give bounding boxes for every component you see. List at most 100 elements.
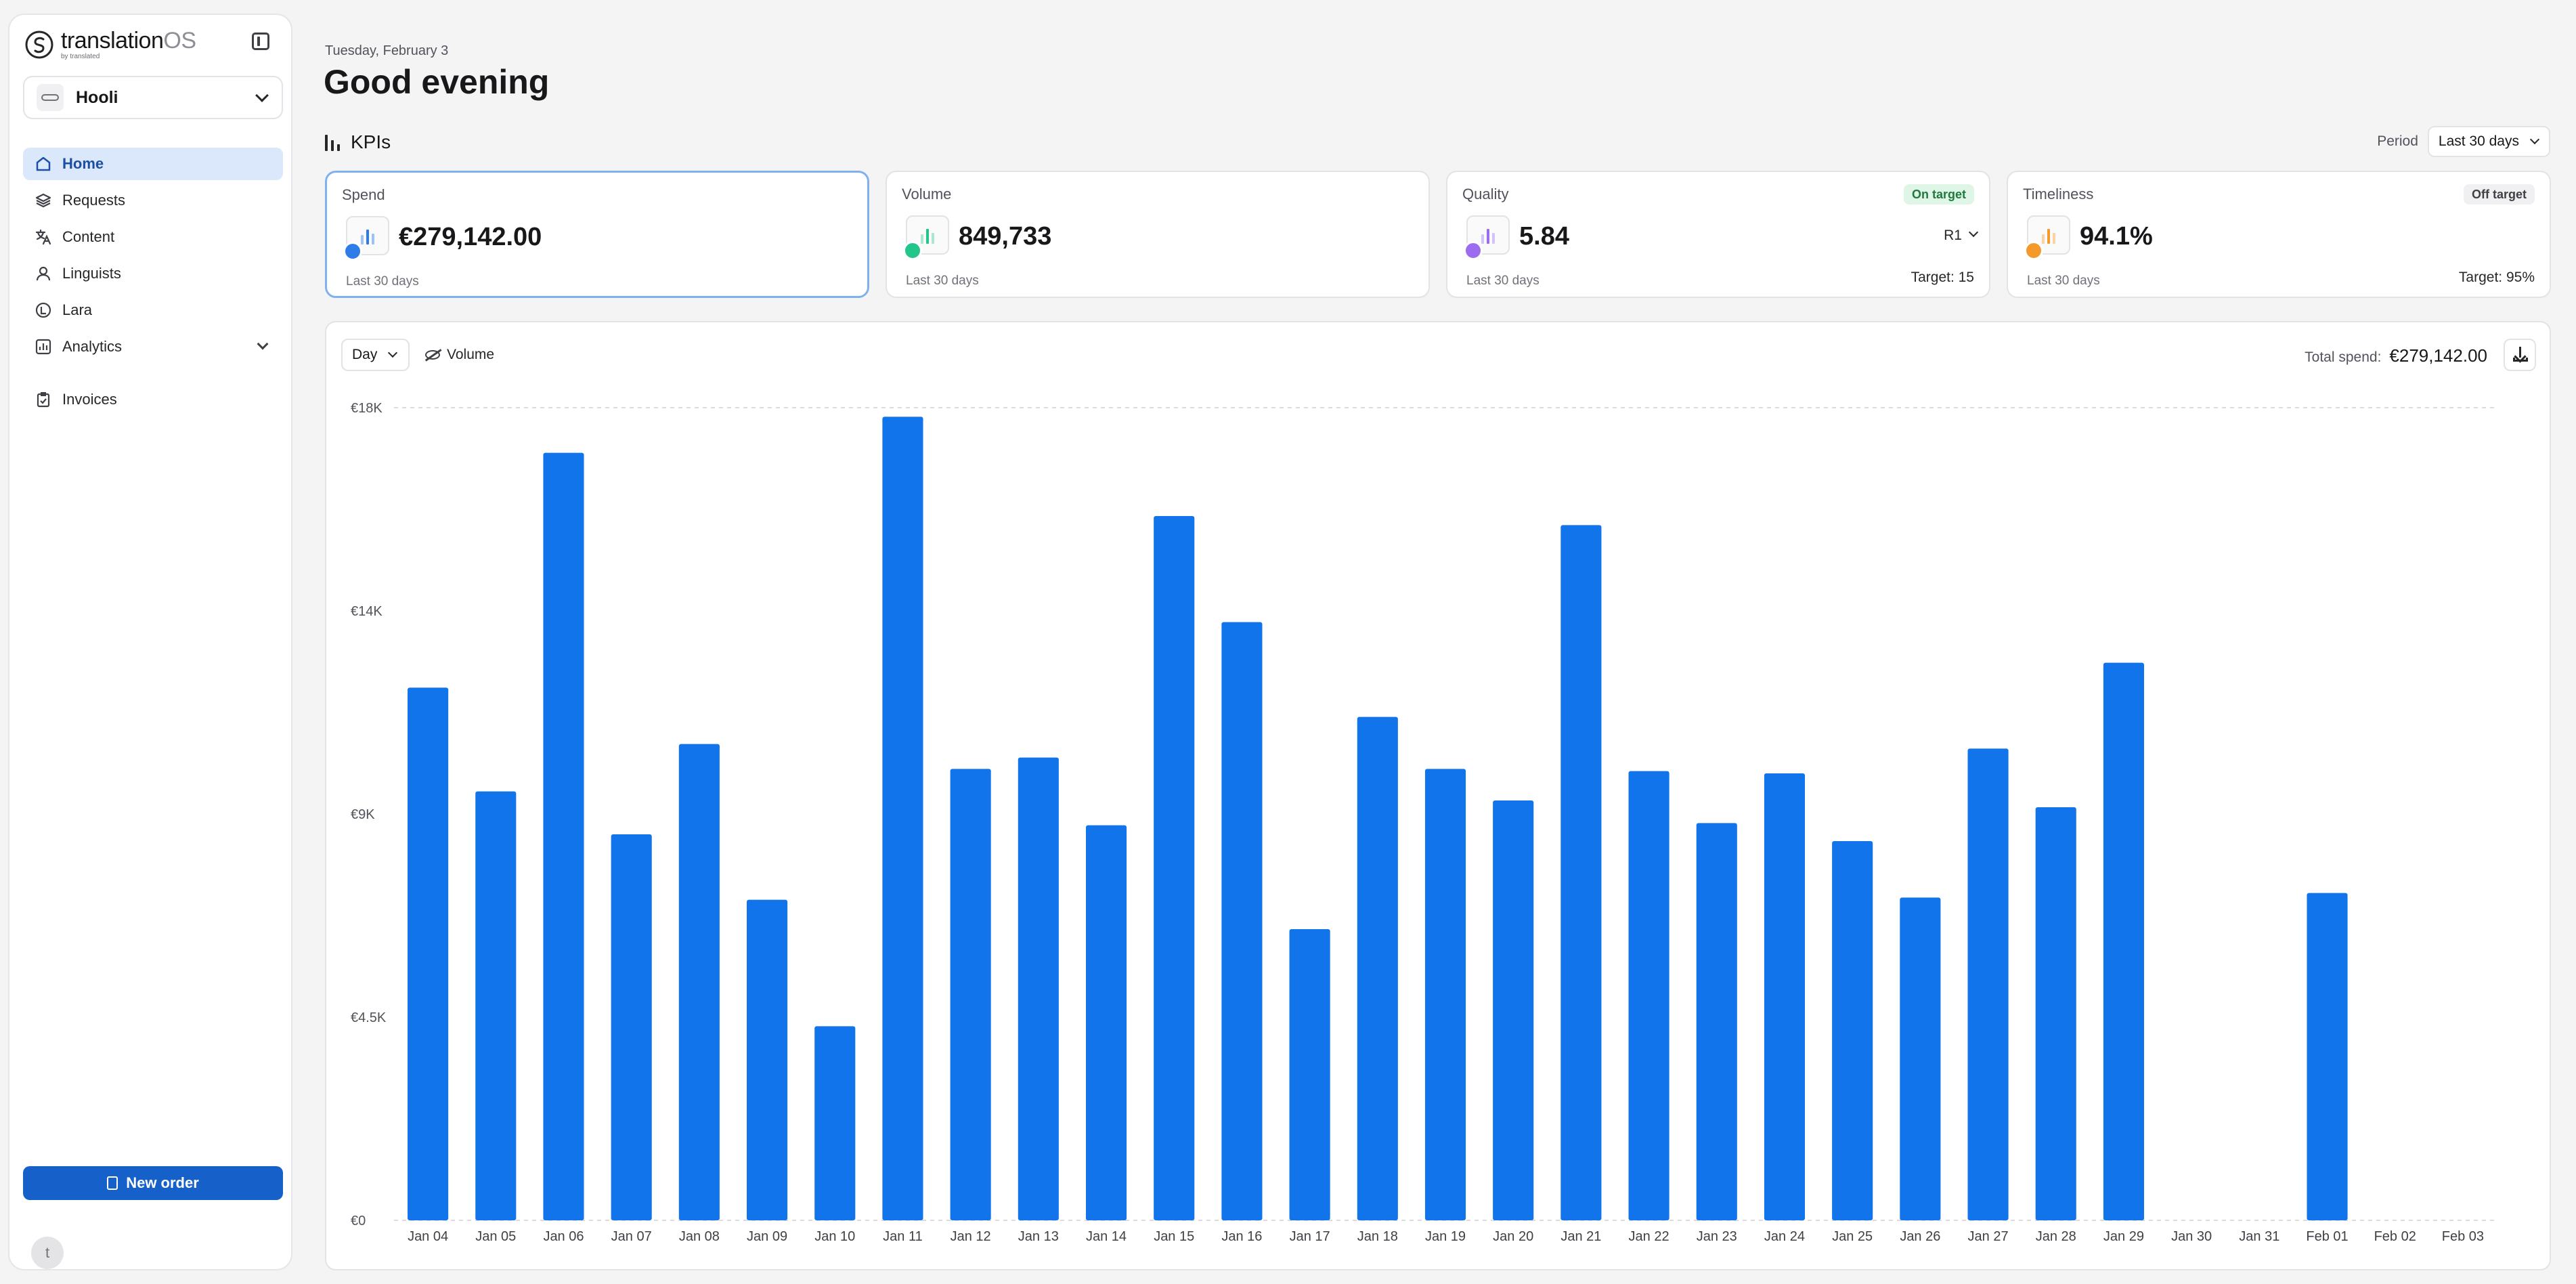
sidebar-item-invoices[interactable]: Invoices xyxy=(23,383,283,416)
period-select[interactable]: Last 30 days xyxy=(2427,126,2550,157)
quality-round-select[interactable]: R1 xyxy=(1944,227,1979,244)
new-order-button[interactable]: New order xyxy=(23,1166,283,1200)
kpi-value: 849,733 xyxy=(959,222,1052,251)
x-tick-label: Jan 29 xyxy=(2103,1229,2144,1244)
chart-bar[interactable] xyxy=(1967,748,2009,1220)
granularity-value: Day xyxy=(352,347,378,362)
spend-icon xyxy=(343,242,362,261)
user-avatar[interactable]: t xyxy=(31,1237,64,1269)
x-tick-label: Jan 22 xyxy=(1629,1229,1669,1244)
new-order-label: New order xyxy=(126,1174,199,1191)
chart-bar[interactable] xyxy=(814,1026,856,1220)
chart-bar[interactable] xyxy=(1764,773,1806,1220)
kpi-period: Last 30 days xyxy=(346,274,419,288)
kpi-label: Timeliness xyxy=(2023,186,2094,202)
chart-bar[interactable] xyxy=(2035,807,2076,1220)
x-tick-label: Jan 05 xyxy=(475,1229,516,1244)
period-value: Last 30 days xyxy=(2438,133,2519,149)
chart-bar[interactable] xyxy=(1424,769,1466,1220)
y-tick-label: €4.5K xyxy=(351,1010,387,1025)
sidebar-item-label: Analytics xyxy=(62,338,123,355)
eye-off-icon xyxy=(425,350,440,360)
chart-bar[interactable] xyxy=(543,452,584,1220)
bar-chart-icon xyxy=(325,133,343,151)
layers-icon xyxy=(34,191,53,210)
kpi-card-timeliness[interactable]: Timeliness Off target 94.1% Last 30 days… xyxy=(2007,171,2551,298)
x-tick-label: Jan 17 xyxy=(1290,1229,1330,1244)
x-tick-label: Jan 19 xyxy=(1425,1229,1466,1244)
home-icon xyxy=(34,154,53,173)
sidebar-item-label: Content xyxy=(62,228,115,245)
download-icon[interactable] xyxy=(2504,339,2536,371)
chart-bar[interactable] xyxy=(1154,516,1195,1220)
sidebar-item-linguists[interactable]: Linguists xyxy=(23,257,283,290)
x-tick-label: Jan 07 xyxy=(611,1229,652,1244)
chart-bar[interactable] xyxy=(1493,800,1534,1220)
chart-bar[interactable] xyxy=(747,899,788,1220)
chart-bar[interactable] xyxy=(678,744,720,1220)
x-tick-label: Jan 13 xyxy=(1018,1229,1059,1244)
x-tick-label: Feb 03 xyxy=(2442,1229,2484,1244)
quality-icon xyxy=(1464,241,1483,260)
chart-bar[interactable] xyxy=(1018,757,1059,1220)
chart-bar[interactable] xyxy=(1900,897,1941,1220)
user-icon xyxy=(34,264,53,283)
chart-bar[interactable] xyxy=(1696,823,1737,1220)
y-tick-label: €18K xyxy=(351,401,383,416)
brand-logo[interactable]: translationOS by translated xyxy=(24,24,196,65)
clipboard-icon xyxy=(34,390,53,409)
chart-bar[interactable] xyxy=(1357,716,1398,1220)
chart-bar[interactable] xyxy=(1289,929,1330,1220)
chart-bar[interactable] xyxy=(2307,893,2348,1220)
chart-bar[interactable] xyxy=(611,834,652,1220)
sidebar-collapse-icon[interactable] xyxy=(252,33,269,50)
org-selector[interactable]: Hooli xyxy=(23,76,283,119)
page-title: Good evening xyxy=(324,63,550,101)
x-tick-label: Jan 14 xyxy=(1086,1229,1127,1244)
sidebar-item-requests[interactable]: Requests xyxy=(23,184,283,217)
x-tick-label: Jan 24 xyxy=(1764,1229,1805,1244)
chevron-down-icon xyxy=(1968,227,1979,238)
sidebar-item-content[interactable]: Content xyxy=(23,221,283,253)
x-tick-label: Jan 06 xyxy=(543,1229,584,1244)
sidebar-item-label: Requests xyxy=(62,192,125,209)
analytics-icon xyxy=(34,337,53,356)
kpi-card-volume[interactable]: Volume 849,733 Last 30 days xyxy=(886,171,1430,298)
granularity-select[interactable]: Day xyxy=(341,339,410,371)
chart-bar[interactable] xyxy=(882,416,923,1221)
org-name: Hooli xyxy=(76,87,118,107)
sidebar: translationOS by translated Hooli Home R… xyxy=(8,14,292,1270)
org-logo-icon xyxy=(37,84,64,111)
x-tick-label: Jan 18 xyxy=(1357,1229,1398,1244)
period-filter: Period Last 30 days xyxy=(2377,126,2550,157)
x-tick-label: Jan 12 xyxy=(951,1229,991,1244)
volume-toggle[interactable]: Volume xyxy=(425,339,494,371)
chart-bar[interactable] xyxy=(1560,525,1602,1220)
translationos-logo-icon xyxy=(24,30,54,60)
sidebar-item-analytics[interactable]: Analytics xyxy=(23,330,283,363)
current-date: Tuesday, February 3 xyxy=(325,43,449,58)
chevron-down-icon xyxy=(257,338,269,350)
chart-bar[interactable] xyxy=(1832,841,1873,1220)
sidebar-item-home[interactable]: Home xyxy=(23,148,283,180)
chart-bar[interactable] xyxy=(408,687,449,1220)
chart-bar[interactable] xyxy=(2103,662,2144,1220)
kpi-card-quality[interactable]: Quality On target 5.84 R1 Last 30 days T… xyxy=(1446,171,1990,298)
sidebar-item-label: Lara xyxy=(62,301,93,318)
chart-bar[interactable] xyxy=(950,769,991,1220)
chart-bar[interactable] xyxy=(1628,771,1669,1220)
kpi-card-spend[interactable]: Spend €279,142.00 Last 30 days xyxy=(325,171,869,298)
kpi-label: Volume xyxy=(902,186,952,202)
lara-icon xyxy=(34,301,53,320)
sidebar-item-label: Invoices xyxy=(62,391,117,408)
chart-bar[interactable] xyxy=(1221,622,1263,1220)
kpi-title: KPIs xyxy=(351,131,391,152)
sidebar-item-lara[interactable]: Lara xyxy=(23,294,283,326)
chart-bar[interactable] xyxy=(1085,825,1127,1220)
kpi-value: €279,142.00 xyxy=(399,223,542,251)
x-tick-label: Jan 04 xyxy=(408,1229,448,1244)
chart-bar[interactable] xyxy=(475,791,517,1220)
total-spend-value: €279,142.00 xyxy=(2389,345,2487,366)
total-spend: Total spend: €279,142.00 xyxy=(2305,345,2487,366)
x-tick-label: Jan 11 xyxy=(883,1229,923,1244)
